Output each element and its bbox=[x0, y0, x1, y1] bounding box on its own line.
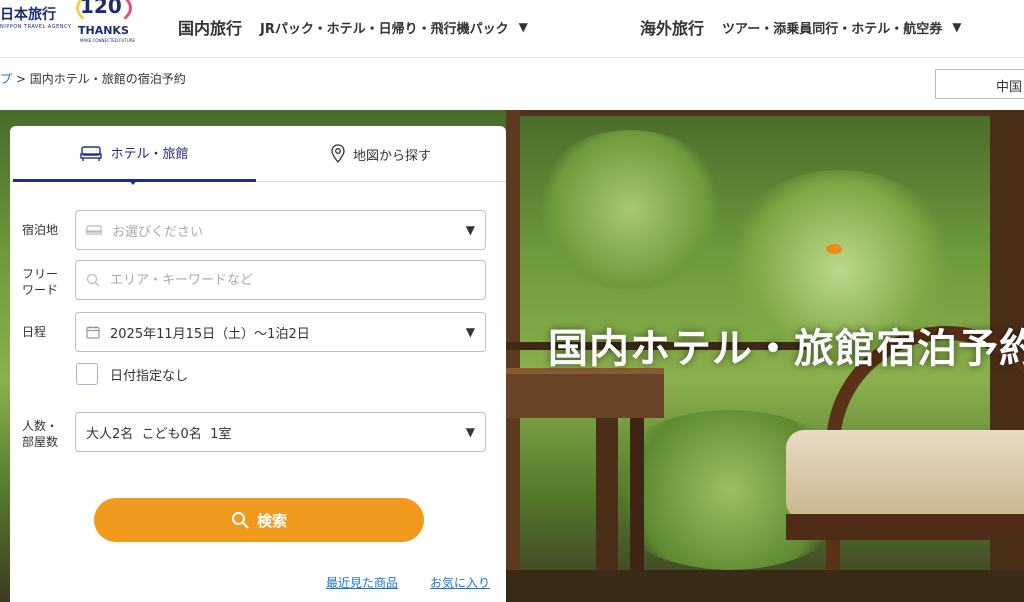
nav-overseas[interactable]: 海外旅行 ツアー・添乗員同行・ホテル・航空券 ▼ bbox=[640, 14, 961, 40]
no-date-label[interactable]: 日付指定なし bbox=[110, 365, 188, 384]
calendar-icon bbox=[86, 325, 100, 339]
freeword-input[interactable] bbox=[110, 272, 450, 288]
freeword-label: フリー ワード bbox=[22, 266, 58, 298]
date-value: 2025年11月15日（土）〜1泊2日 bbox=[110, 326, 310, 342]
search-panel: ホテル・旅館 地図から探す 宿泊地 お選びください ▼ フリー ワード 日程 bbox=[10, 126, 506, 602]
window-frame bbox=[506, 110, 1024, 116]
nav-domestic-sub[interactable]: JRパック・ホテル・日帰り・飛行機パック bbox=[260, 18, 509, 37]
search-button-label: 検索 bbox=[256, 512, 287, 530]
date-select[interactable]: 2025年11月15日（土）〜1泊2日 ▼ bbox=[75, 312, 486, 352]
search-tabs: ホテル・旅館 地図から探す bbox=[10, 126, 506, 185]
guests-value: 大人2名 こども0名 1室 bbox=[86, 426, 232, 442]
nav-overseas-sub[interactable]: ツアー・添乗員同行・ホテル・航空券 bbox=[722, 18, 942, 37]
freeword-label-line1: フリー bbox=[22, 267, 59, 281]
chair-base bbox=[786, 514, 1024, 540]
active-tab-caret bbox=[128, 179, 138, 185]
logo-text: 日本旅行 bbox=[0, 7, 56, 23]
freeword-label-line2: ワード bbox=[22, 283, 59, 297]
site-header: 日本旅行 NIPPON TRAVEL AGENCY 120 THANKS MAK… bbox=[0, 0, 1024, 58]
search-icon bbox=[231, 511, 249, 529]
nav-domestic-label[interactable]: 国内旅行 bbox=[178, 15, 242, 39]
map-pin-icon bbox=[331, 144, 345, 164]
anniversary-thanks: THANKS bbox=[78, 24, 129, 37]
nav-domestic[interactable]: 国内旅行 JRパック・ホテル・日帰り・飛行機パック ▼ bbox=[178, 14, 528, 40]
foliage bbox=[530, 130, 730, 290]
destination-label: 宿泊地 bbox=[22, 223, 59, 237]
destination-placeholder: お選びください bbox=[112, 224, 204, 240]
chevron-down-icon[interactable]: ▼ bbox=[952, 20, 961, 34]
anniversary-number: 120 bbox=[80, 0, 122, 18]
guests-label-line1: 人数・ bbox=[22, 419, 59, 433]
dropdown-arrow-icon: ▼ bbox=[465, 425, 475, 439]
date-label: 日程 bbox=[22, 325, 47, 339]
guests-label: 人数・ 部屋数 bbox=[22, 418, 58, 450]
guests-label-line2: 部屋数 bbox=[22, 435, 59, 449]
no-date-checkbox[interactable] bbox=[76, 363, 98, 385]
guests-select[interactable]: 大人2名 こども0名 1室 ▼ bbox=[75, 412, 486, 452]
tab-map-label: 地図から探す bbox=[352, 148, 431, 164]
nav-overseas-label[interactable]: 海外旅行 bbox=[640, 15, 704, 39]
anniversary-sub: MAKE CONNECTED FUTURE bbox=[80, 38, 136, 43]
wooden-table bbox=[506, 368, 664, 418]
anniversary-badge: 120 THANKS MAKE CONNECTED FUTURE bbox=[76, 0, 136, 46]
flower bbox=[826, 244, 842, 254]
hero-title: 国内ホテル・旅館宿泊予約 bbox=[548, 326, 1024, 372]
window-frame bbox=[506, 110, 520, 602]
nta-logo[interactable]: 日本旅行 NIPPON TRAVEL AGENCY bbox=[0, 4, 72, 34]
breadcrumb: プ > 国内ホテル・旅館の宿泊予約 bbox=[0, 70, 186, 87]
breadcrumb-prev-link[interactable]: プ bbox=[0, 72, 12, 86]
bed-icon bbox=[80, 145, 103, 161]
freeword-field[interactable] bbox=[75, 260, 486, 300]
breadcrumb-separator: > bbox=[15, 72, 26, 86]
breadcrumb-current: 国内ホテル・旅館の宿泊予約 bbox=[29, 72, 186, 86]
chevron-down-icon[interactable]: ▼ bbox=[519, 20, 528, 34]
dropdown-arrow-icon: ▼ bbox=[465, 325, 475, 339]
tab-map[interactable]: 地図から探す bbox=[256, 126, 506, 182]
logo-subtext: NIPPON TRAVEL AGENCY bbox=[0, 24, 72, 30]
recent-items-link[interactable]: 最近見た商品 bbox=[326, 574, 398, 591]
bed-icon bbox=[86, 224, 102, 236]
floor bbox=[506, 570, 1024, 602]
tab-hotel-label: ホテル・旅館 bbox=[110, 147, 189, 162]
no-date-option[interactable]: 日付指定なし bbox=[76, 363, 188, 385]
language-select[interactable]: 中国 bbox=[935, 69, 1024, 99]
search-icon bbox=[86, 273, 100, 287]
favorites-link[interactable]: お気に入り bbox=[430, 574, 490, 591]
destination-select[interactable]: お選びください ▼ bbox=[75, 210, 486, 250]
search-button[interactable]: 検索 bbox=[94, 498, 424, 542]
tab-hotel[interactable]: ホテル・旅館 bbox=[13, 126, 256, 182]
dropdown-arrow-icon: ▼ bbox=[465, 223, 475, 237]
chair-cushion bbox=[786, 430, 1024, 520]
